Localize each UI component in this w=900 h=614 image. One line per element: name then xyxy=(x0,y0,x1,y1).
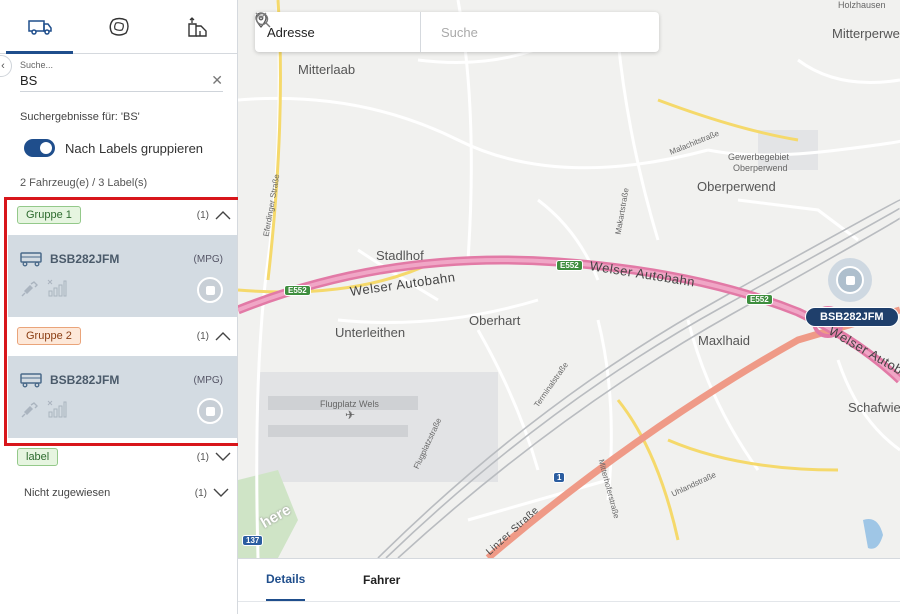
vehicle-card[interactable]: BSB282JFM (MPG) xyxy=(8,235,237,317)
stop-icon xyxy=(836,266,864,294)
chevron-down-icon[interactable] xyxy=(213,488,229,498)
vehicle-type: (MPG) xyxy=(193,374,223,386)
search-label: Suche... xyxy=(20,60,54,70)
vehicle-marker[interactable] xyxy=(828,258,872,302)
gps-off-icon xyxy=(21,402,38,418)
route-shield: E552 xyxy=(556,260,583,271)
details-panel: Details Fahrer xyxy=(238,558,900,614)
route-shield: E552 xyxy=(746,294,773,305)
bus-icon xyxy=(20,252,42,267)
gps-off-icon xyxy=(21,281,38,297)
group-badge: Gruppe 2 xyxy=(17,327,81,345)
route-shield: 137 xyxy=(242,535,264,546)
vehicle-search: Suche... BS ✕ xyxy=(20,60,223,92)
tab-driver[interactable]: Fahrer xyxy=(363,559,400,601)
unassigned-group[interactable]: Nicht zugewiesen (1) xyxy=(24,487,229,499)
tab-routes[interactable] xyxy=(158,0,237,53)
map-roads xyxy=(238,0,900,558)
tab-geofences[interactable] xyxy=(79,0,158,53)
place-mitterlaab: Mitterlaab xyxy=(298,62,356,77)
tab-details[interactable]: Details xyxy=(266,559,306,601)
group-by-labels-toggle-row: Nach Labels gruppieren xyxy=(24,139,203,157)
chevron-down-icon[interactable] xyxy=(215,452,231,462)
group-count: (1) xyxy=(196,451,209,463)
vehicle-plate: BSB282JFM xyxy=(50,252,120,266)
group-count: (1) xyxy=(196,330,209,342)
chevron-up-icon[interactable] xyxy=(215,210,231,220)
airport-icon: ✈ xyxy=(345,408,356,422)
place-stadlhof: Stadlhof xyxy=(376,248,424,263)
address-type-value: Adresse xyxy=(267,24,315,40)
place-gewerbegebiet-1: Gewerbegebiet xyxy=(728,152,790,162)
search-results-caption: Suchergebnisse für: 'BS' xyxy=(20,111,140,123)
map-search-placeholder: Suche xyxy=(441,24,478,40)
place-maxlhaid: Maxlhaid xyxy=(698,333,751,348)
group-header-label[interactable]: label (1) xyxy=(17,446,231,468)
geofence-icon xyxy=(109,17,129,36)
stop-icon[interactable] xyxy=(197,398,223,424)
group-badge: Gruppe 1 xyxy=(17,206,81,224)
route-icon xyxy=(187,16,207,37)
place-oberhart: Oberhart xyxy=(469,313,521,328)
group-count: (1) xyxy=(196,209,209,221)
bus-icon xyxy=(20,373,42,388)
chevron-up-icon[interactable] xyxy=(215,331,231,341)
place-holzhausen: Holzhausen xyxy=(838,0,886,10)
clear-icon[interactable]: ✕ xyxy=(211,72,223,89)
vehicle-plate: BSB282JFM xyxy=(50,373,120,387)
map[interactable]: Holzhausen Mitterperwe Mitterlaab Gewerb… xyxy=(238,0,900,558)
sidebar-tabs xyxy=(0,0,237,54)
place-gewerbegebiet-2: Oberperwend xyxy=(733,163,788,173)
group-count: (1) xyxy=(194,487,207,499)
stop-icon[interactable] xyxy=(197,277,223,303)
vehicle-card[interactable]: BSB282JFM (MPG) xyxy=(8,356,237,438)
route-shield: 1 xyxy=(553,472,566,483)
signal-off-icon xyxy=(47,279,67,297)
truck-icon xyxy=(27,19,52,35)
search-input[interactable]: BS ✕ xyxy=(20,70,223,92)
group-header-gruppe-1[interactable]: Gruppe 1 (1) xyxy=(17,204,231,226)
group-by-labels-label: Nach Labels gruppieren xyxy=(65,140,204,156)
unassigned-label: Nicht zugewiesen xyxy=(24,487,111,499)
place-mitterperwend: Mitterperwe xyxy=(832,26,900,41)
tab-vehicles[interactable] xyxy=(0,0,79,54)
place-schafwiesen: Schafwie xyxy=(848,400,900,415)
vehicle-marker-label[interactable]: BSB282JFM xyxy=(805,307,899,327)
route-shield: E552 xyxy=(284,285,311,296)
result-counts: 2 Fahrzeug(e) / 3 Label(s) xyxy=(20,177,148,189)
search-icon[interactable] xyxy=(255,12,271,28)
address-type-select[interactable]: Adresse xyxy=(255,12,421,52)
signal-off-icon xyxy=(47,400,67,418)
vehicle-type: (MPG) xyxy=(193,253,223,265)
address-search-bar: Adresse Suche xyxy=(255,12,659,52)
group-badge: label xyxy=(17,448,59,466)
search-value[interactable]: BS xyxy=(20,73,37,88)
sidebar: Suche... BS ✕ Suchergebnisse für: 'BS' N… xyxy=(0,0,250,614)
map-search-input[interactable]: Suche xyxy=(255,12,659,52)
place-oberperwend: Oberperwend xyxy=(697,179,776,194)
group-by-labels-toggle[interactable] xyxy=(24,139,55,157)
group-header-gruppe-2[interactable]: Gruppe 2 (1) xyxy=(17,325,231,347)
place-unterleithen: Unterleithen xyxy=(335,325,406,340)
